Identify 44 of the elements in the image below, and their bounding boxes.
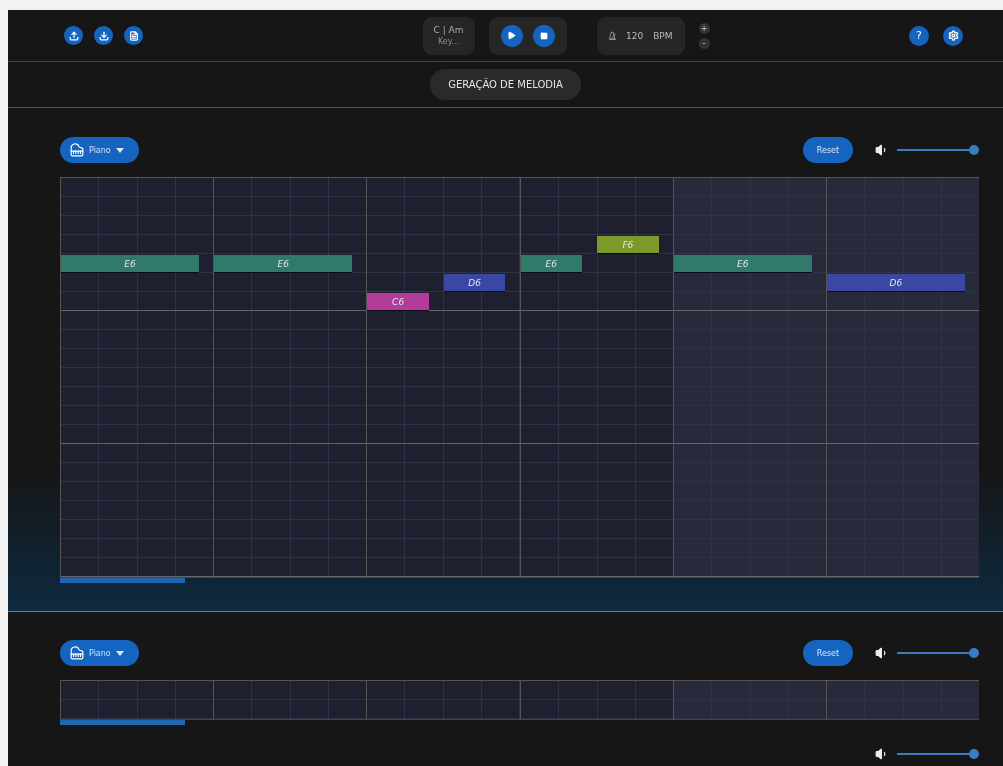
upload-button[interactable] [64, 26, 83, 45]
piano-icon [70, 143, 84, 157]
note-block[interactable]: C6 [367, 293, 429, 311]
scrollbar-thumb[interactable] [60, 720, 185, 725]
piano-roll-grid[interactable]: E6 E6 C6 D6 E6 F6 E6 D6 [60, 177, 979, 578]
note-block[interactable]: D6 [826, 274, 965, 292]
upload-icon [68, 30, 79, 41]
note-block[interactable]: E6 [61, 255, 200, 273]
reset-button[interactable]: Reset [803, 640, 853, 666]
file-button[interactable] [124, 26, 143, 45]
play-button[interactable] [500, 24, 523, 47]
caret-icon [115, 147, 124, 153]
scrollbar-thumb[interactable] [60, 578, 185, 583]
note-block[interactable]: D6 [443, 274, 506, 292]
settings-button[interactable] [943, 25, 963, 46]
note-block[interactable]: E6 [214, 255, 353, 273]
slider-thumb[interactable] [969, 749, 979, 759]
play-icon [507, 31, 516, 40]
volume-slider[interactable] [897, 648, 979, 658]
tempo-step-button[interactable]: - [698, 37, 710, 49]
piano-icon [70, 646, 84, 660]
slider-thumb[interactable] [969, 145, 979, 155]
download-button[interactable] [94, 26, 113, 45]
tempo-step-button[interactable]: + [698, 22, 710, 34]
key-selector[interactable]: C | Am Key... [422, 16, 475, 55]
download-icon [98, 30, 109, 41]
volume-slider[interactable] [897, 749, 979, 759]
instrument-dropdown[interactable]: Piano [60, 640, 139, 666]
volume-slider[interactable] [897, 145, 979, 155]
stop-button[interactable] [532, 24, 555, 47]
caret-icon [115, 650, 124, 656]
instrument-dropdown[interactable]: Piano [60, 137, 139, 163]
note-block[interactable]: E6 [520, 255, 583, 273]
slider-thumb[interactable] [969, 648, 979, 658]
reset-button[interactable]: Reset [803, 137, 853, 163]
note-block[interactable]: F6 [597, 236, 659, 254]
help-button[interactable]: ? [909, 25, 929, 46]
file-icon [128, 30, 139, 41]
tempo-value[interactable]: 120 [625, 30, 644, 41]
settings-icon [947, 30, 959, 41]
mode-tab[interactable]: GERAÇÃO DE MELODIA [430, 69, 581, 100]
note-block[interactable]: E6 [673, 255, 812, 273]
stop-icon [539, 31, 548, 40]
tempo-unit: BPM [653, 30, 673, 41]
